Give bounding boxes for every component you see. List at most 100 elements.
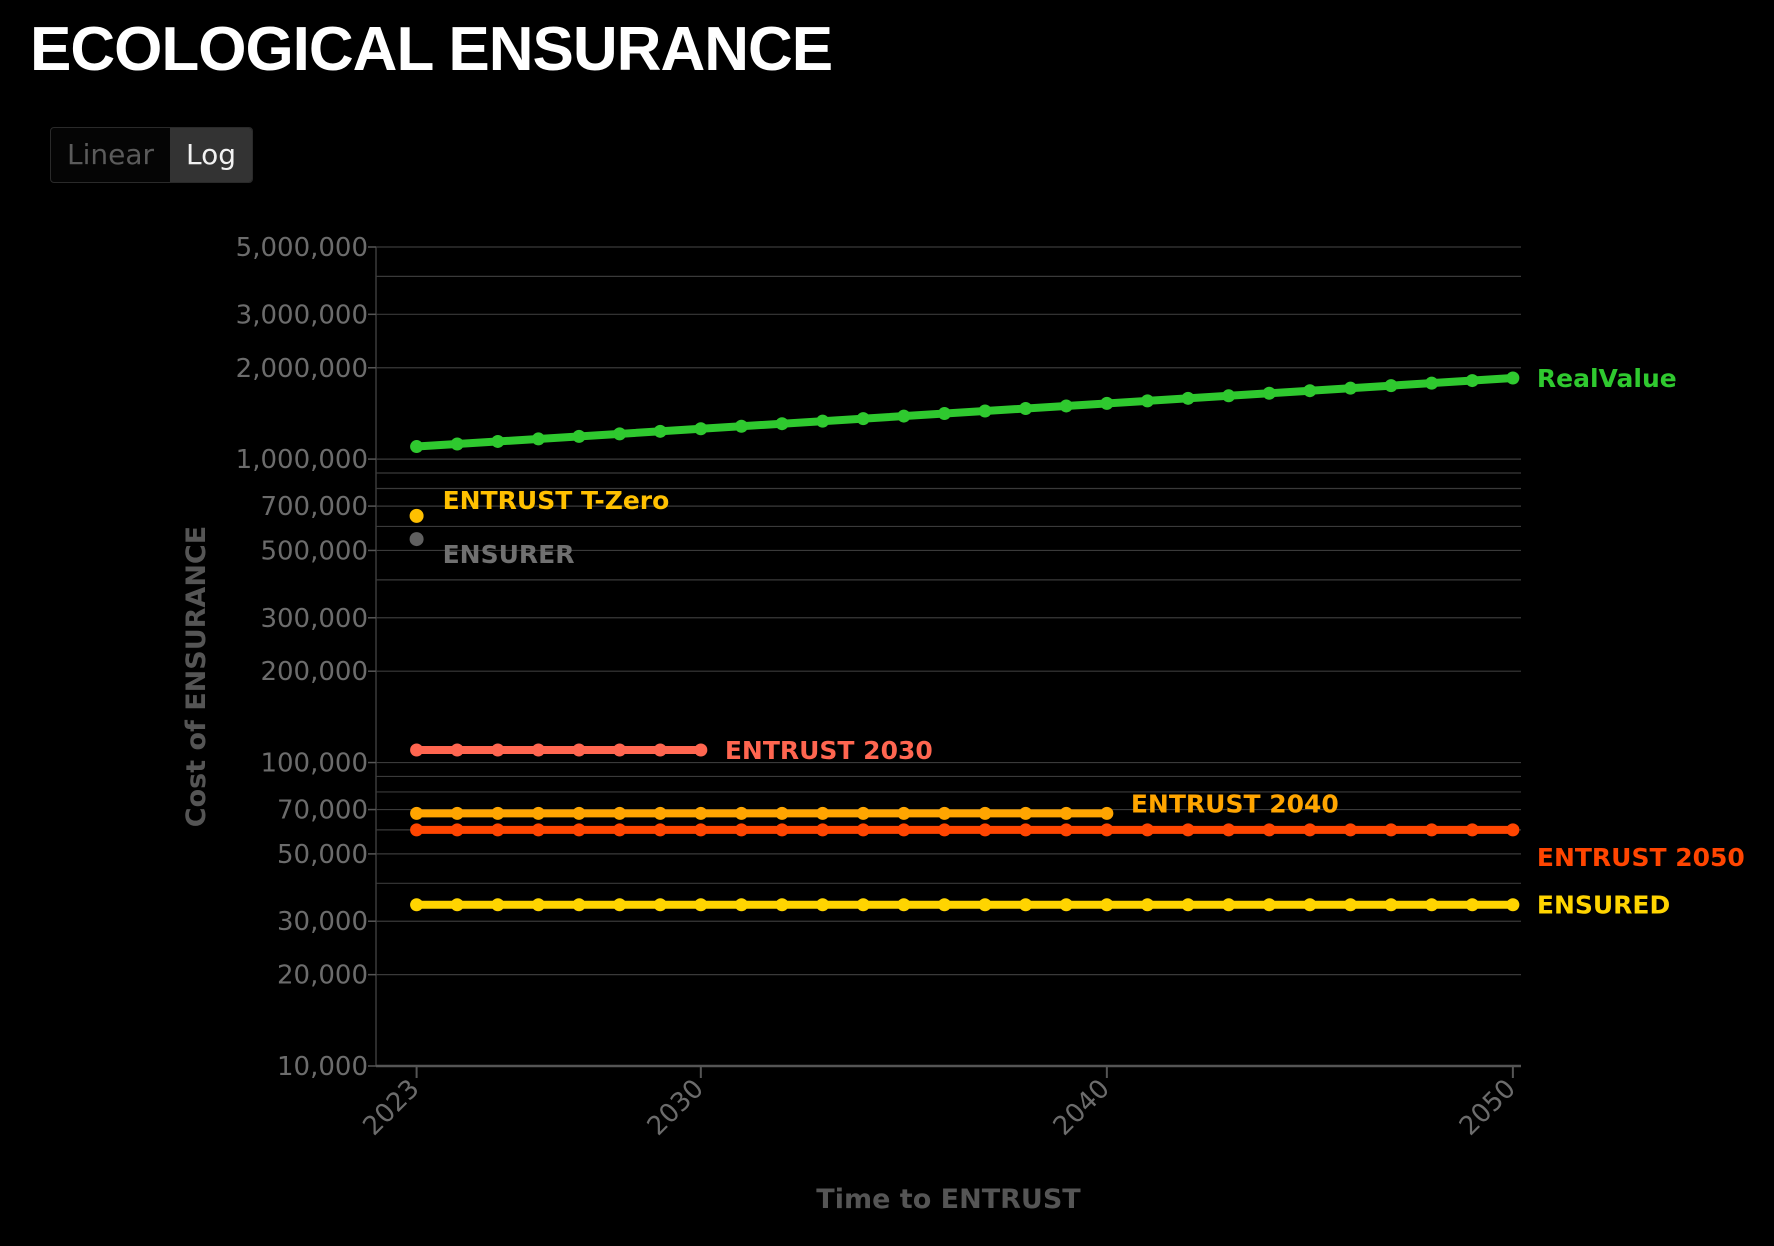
- realvalue-point: [450, 437, 464, 451]
- entrust-2030-point: [450, 743, 464, 757]
- entrust-2050-point: [734, 823, 748, 837]
- realvalue-point: [1140, 394, 1154, 408]
- entrust-2050-point: [1343, 823, 1357, 837]
- y-tick-label: 5,000,000: [236, 233, 368, 263]
- entrust-2040-point: [450, 806, 464, 820]
- entrust-2040-point: [897, 806, 911, 820]
- ensured-point: [1384, 898, 1398, 912]
- entrust-t-zero-point: [409, 508, 424, 523]
- entrust-2030-label: ENTRUST 2030: [725, 736, 933, 765]
- entrust-2030-point: [531, 743, 545, 757]
- chart: 10,000 20,000 30,000 50,000 70,000 100,000 200…: [181, 233, 1745, 1215]
- ensurer-label: ENSURER: [443, 540, 575, 569]
- entrust-2050-point: [1181, 823, 1195, 837]
- entrust-2050-point: [1303, 823, 1317, 837]
- ensured-point: [694, 898, 708, 912]
- realvalue-point: [775, 417, 789, 431]
- ensurer-point: [409, 532, 424, 547]
- realvalue-point: [531, 432, 545, 446]
- realvalue-point: [410, 440, 424, 454]
- realvalue-point: [1303, 384, 1317, 398]
- ensured-point: [978, 898, 992, 912]
- ensured-point: [410, 898, 424, 912]
- ensured-point: [491, 898, 505, 912]
- entrust-2050-point: [816, 823, 830, 837]
- x-tick-label: 2030: [642, 1074, 710, 1142]
- realvalue-point: [816, 414, 830, 428]
- entrust-2050-point: [1222, 823, 1236, 837]
- realvalue-point: [937, 407, 951, 421]
- y-tick-label: 200,000: [260, 657, 368, 687]
- entrust-2050-point: [1384, 823, 1398, 837]
- entrust-2040-point: [1059, 806, 1073, 820]
- x-axis-title: Time to ENTRUST: [816, 1184, 1081, 1215]
- x-tick-label: 2023: [358, 1074, 426, 1142]
- entrust-2050-point: [1059, 823, 1073, 837]
- entrust-2050-point: [775, 823, 789, 837]
- ensured-point: [1059, 898, 1073, 912]
- entrust-2050-point: [978, 823, 992, 837]
- ensured-point: [775, 898, 789, 912]
- x-tick-label: 2040: [1048, 1074, 1116, 1142]
- y-axis-title: Cost of ENSURANCE: [181, 526, 212, 827]
- entrust-2050-label: ENTRUST 2050: [1537, 843, 1745, 872]
- entrust-2050-point: [531, 823, 545, 837]
- realvalue-point: [1222, 389, 1236, 403]
- realvalue-point: [1425, 376, 1439, 390]
- entrust-2030-point: [491, 743, 505, 757]
- ensured-point: [1181, 898, 1195, 912]
- y-tick-label: 100,000: [260, 749, 368, 779]
- entrust-2050-point: [572, 823, 586, 837]
- ensured-point: [1506, 898, 1520, 912]
- realvalue-point: [1100, 396, 1114, 410]
- ensured-point: [856, 898, 870, 912]
- entrust-2050-point: [450, 823, 464, 837]
- entrust-2050-point: [491, 823, 505, 837]
- y-tick-label: 30,000: [277, 907, 368, 937]
- ensured-point: [1100, 898, 1114, 912]
- entrust-2050-point: [653, 823, 667, 837]
- entrust-2050-point: [1465, 823, 1479, 837]
- realvalue-point: [491, 434, 505, 448]
- realvalue-point: [694, 422, 708, 436]
- ensured-point: [613, 898, 627, 912]
- x-tick-label: 2050: [1454, 1074, 1522, 1142]
- ensured-point: [531, 898, 545, 912]
- entrust-2040-point: [734, 806, 748, 820]
- entrust-2030-point: [694, 743, 708, 757]
- realvalue-point: [1384, 379, 1398, 393]
- realvalue-point: [734, 419, 748, 433]
- ensured-point: [450, 898, 464, 912]
- ensured-point: [1262, 898, 1276, 912]
- ensured-point: [734, 898, 748, 912]
- y-tick-label: 50,000: [277, 840, 368, 870]
- entrust-2040-point: [856, 806, 870, 820]
- ensured-point: [572, 898, 586, 912]
- entrust-2030-point: [613, 743, 627, 757]
- ensured-point: [1222, 898, 1236, 912]
- entrust-2050-point: [410, 823, 424, 837]
- y-tick-label: 700,000: [260, 492, 368, 522]
- ensured-point: [1019, 898, 1033, 912]
- ensured-point: [816, 898, 830, 912]
- realvalue-point: [1506, 371, 1520, 385]
- realvalue-point: [1059, 399, 1073, 413]
- entrust-2040-point: [613, 806, 627, 820]
- ensured-point: [653, 898, 667, 912]
- entrust-2040-point: [816, 806, 830, 820]
- entrust-2050-point: [937, 823, 951, 837]
- entrust-2050-point: [1425, 823, 1439, 837]
- realvalue-point: [572, 429, 586, 443]
- realvalue-point: [897, 409, 911, 423]
- entrust-2040-point: [491, 806, 505, 820]
- ensured-point: [1425, 898, 1439, 912]
- realvalue-point: [1019, 401, 1033, 415]
- entrust-2050-point: [613, 823, 627, 837]
- entrust-2040-point: [1100, 806, 1114, 820]
- ensured-point: [1465, 898, 1479, 912]
- realvalue-point: [856, 412, 870, 426]
- ensured-point: [937, 898, 951, 912]
- y-tick-label: 300,000: [260, 604, 368, 634]
- ensured-point: [1303, 898, 1317, 912]
- entrust-2040-point: [531, 806, 545, 820]
